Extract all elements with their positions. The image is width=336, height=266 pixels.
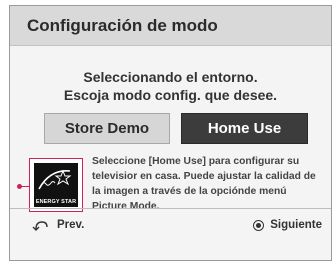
dialog-title: Configuración de modo — [27, 15, 218, 35]
store-demo-button[interactable]: Store Demo — [44, 113, 170, 144]
ok-button-icon — [253, 219, 265, 231]
subtitle-line-1: Seleccionando el entorno. — [83, 69, 258, 85]
next-label: Siguiente — [270, 219, 322, 231]
back-arrow-icon — [32, 221, 48, 231]
next-button[interactable]: Siguiente — [253, 219, 322, 231]
subtitle-line-2: Escoja modo config. que desee. — [63, 87, 278, 103]
prev-button[interactable]: Prev. — [32, 219, 84, 231]
energy-star-icon — [38, 169, 72, 190]
prev-label: Prev. — [57, 219, 85, 231]
mode-description: Seleccione [Home Use] para configurar su… — [92, 156, 316, 212]
dialog-subtitle: Seleccionando el entorno. Escoja modo co… — [10, 68, 331, 104]
energy-star-label: ENERGY STAR — [35, 199, 77, 205]
home-use-button[interactable]: Home Use — [181, 113, 308, 144]
mode-setting-dialog: Configuración de modo Seleccionando el e… — [9, 5, 332, 261]
title-bar: Configuración de modo — [10, 6, 331, 46]
energy-star-logo: ENERGY STAR — [34, 163, 78, 207]
energy-star-highlight: ENERGY STAR — [17, 158, 83, 212]
highlight-pointer-dot — [17, 184, 22, 189]
footer-bar: Prev. Siguiente — [10, 208, 331, 260]
